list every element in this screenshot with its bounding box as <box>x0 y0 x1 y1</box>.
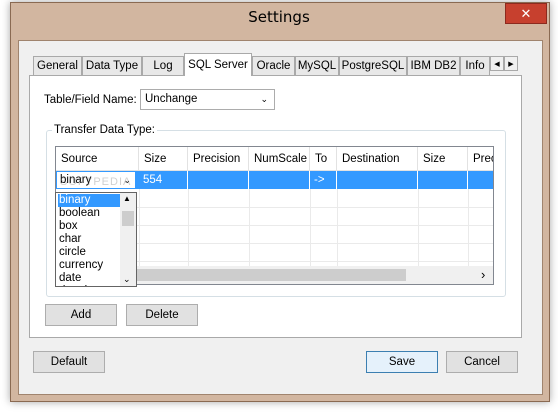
table-field-name-select[interactable]: Unchange ⌄ <box>140 89 275 110</box>
grid-line <box>418 189 419 266</box>
cell-size[interactable]: 554 <box>139 171 188 189</box>
column-header-destination[interactable]: Destination <box>337 147 418 171</box>
cancel-button[interactable]: Cancel <box>446 351 518 373</box>
close-button[interactable]: ✕ <box>505 3 547 24</box>
scroll-up-icon[interactable]: ▲ <box>123 194 131 203</box>
scroll-down-icon[interactable]: ⌄ <box>123 274 131 285</box>
tab-scroll-right-button[interactable]: ▶ <box>504 56 518 71</box>
grid-line <box>337 189 338 266</box>
transfer-data-type-label: Transfer Data Type: <box>52 124 157 136</box>
list-item[interactable]: date <box>58 272 122 285</box>
column-header-dest-size[interactable]: Size <box>418 147 468 171</box>
tab-scroll-left-button[interactable]: ◀ <box>490 56 504 71</box>
cell-precision[interactable] <box>188 171 249 189</box>
list-item[interactable]: currency <box>58 259 122 272</box>
grid-line <box>139 189 140 266</box>
column-header-precision[interactable]: Precision <box>188 147 249 171</box>
grid-line <box>310 189 311 266</box>
tab-info[interactable]: Info <box>460 56 490 75</box>
source-type-dropdown[interactable]: binary boolean box char circle currency … <box>55 192 137 287</box>
vertical-scroll-thumb[interactable] <box>122 211 134 226</box>
cell-dest-size[interactable] <box>418 171 468 189</box>
list-item[interactable]: char <box>58 233 122 246</box>
grid-line <box>249 189 250 266</box>
tab-data-type[interactable]: Data Type <box>82 56 142 75</box>
column-header-to[interactable]: To <box>310 147 337 171</box>
tab-mysql[interactable]: MySQL <box>295 56 339 75</box>
tab-log[interactable]: Log <box>142 56 184 75</box>
list-item[interactable]: boolean <box>58 207 122 220</box>
column-header-source[interactable]: Source <box>56 147 139 171</box>
column-header-numscale[interactable]: NumScale <box>249 147 310 171</box>
list-item[interactable]: circle <box>58 246 122 259</box>
column-header-size[interactable]: Size <box>139 147 188 171</box>
grid-line <box>468 189 469 266</box>
default-button[interactable]: Default <box>33 351 105 373</box>
column-header-dest-precision[interactable]: Prec <box>468 147 493 171</box>
arrow-right-icon: ▶ <box>508 61 514 68</box>
list-item[interactable]: binary <box>58 194 122 207</box>
cell-destination[interactable] <box>337 171 418 189</box>
table-field-name-value: Unchange <box>145 93 198 105</box>
add-button[interactable]: Add <box>45 304 117 326</box>
cell-to[interactable]: -> <box>310 171 337 189</box>
arrow-left-icon: ◀ <box>494 61 500 68</box>
softpedia-watermark: SOFTPEDIA <box>60 176 132 188</box>
scroll-right-icon[interactable]: › <box>481 267 485 282</box>
dropdown-vertical-scrollbar[interactable]: ▲ ⌄ <box>120 193 136 286</box>
tab-sql-server[interactable]: SQL Server <box>184 53 252 76</box>
tab-oracle[interactable]: Oracle <box>252 56 295 75</box>
window-title: Settings <box>248 8 310 26</box>
table-field-name-label: Table/Field Name: <box>44 94 137 106</box>
tab-ibm-db2[interactable]: IBM DB2 <box>407 56 460 75</box>
horizontal-scroll-thumb[interactable] <box>126 269 406 281</box>
grid-line <box>188 189 189 266</box>
tab-postgresql[interactable]: PostgreSQL <box>339 56 407 75</box>
cell-numscale[interactable] <box>249 171 310 189</box>
chevron-down-icon: ⌄ <box>260 94 268 104</box>
close-icon: ✕ <box>520 6 532 21</box>
list-item[interactable]: datetime <box>58 285 122 286</box>
list-item[interactable]: box <box>58 220 122 233</box>
tab-general[interactable]: General <box>33 56 82 75</box>
save-button[interactable]: Save <box>366 351 438 373</box>
delete-button[interactable]: Delete <box>126 304 198 326</box>
